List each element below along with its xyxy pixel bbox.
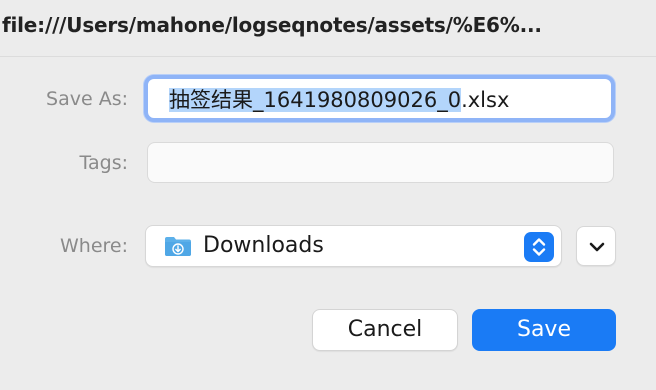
where-selected-text: Downloads	[203, 233, 324, 258]
save-as-extension-text: .xlsx	[461, 88, 510, 112]
save-as-selected-text: 抽签结果_1641980809026_0	[169, 88, 462, 112]
save-dialog: file:///Users/mahone/logseqnotes/assets/…	[0, 0, 656, 390]
cancel-button[interactable]: Cancel	[312, 309, 458, 351]
expand-dialog-button[interactable]	[576, 226, 616, 266]
tags-label: Tags:	[79, 152, 128, 174]
chevron-down-icon	[589, 242, 605, 252]
up-down-chevrons-icon[interactable]	[524, 232, 554, 262]
save-as-text[interactable]: 抽签结果_1641980809026_0.xlsx	[169, 87, 509, 113]
where-label: Where:	[59, 235, 128, 257]
where-select[interactable]: Downloads	[145, 225, 562, 267]
save-as-field[interactable]: 抽签结果_1641980809026_0.xlsx	[144, 75, 615, 122]
window-title: file:///Users/mahone/logseqnotes/assets/…	[0, 13, 656, 43]
save-button[interactable]: Save	[472, 309, 616, 351]
downloads-folder-icon	[164, 235, 192, 257]
title-divider	[0, 56, 656, 57]
window-title-text: file:///Users/mahone/logseqnotes/assets/…	[2, 13, 542, 37]
save-as-label: Save As:	[46, 88, 128, 110]
tags-field[interactable]	[147, 142, 614, 183]
